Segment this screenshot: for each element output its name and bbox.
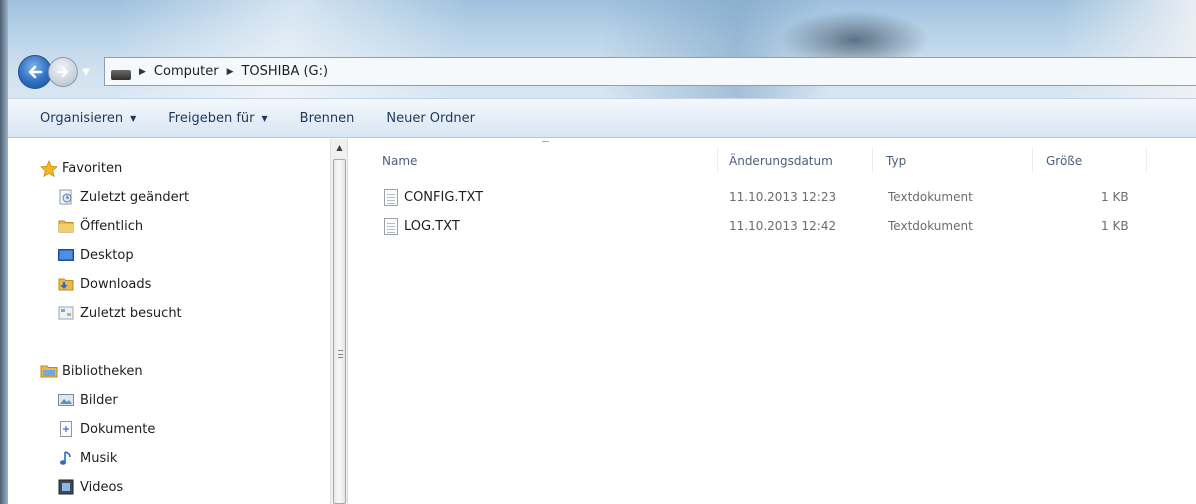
- column-header-size[interactable]: Größe: [1046, 149, 1082, 173]
- scrollbar-thumb[interactable]: [333, 159, 346, 504]
- downloads-folder-icon: [58, 276, 74, 292]
- nav-item-pictures[interactable]: Bilder: [58, 389, 118, 411]
- chevron-down-icon: ▼: [130, 113, 137, 123]
- nav-item-documents[interactable]: Dokumente: [58, 418, 155, 440]
- file-modified-cell: 11.10.2013 12:42: [729, 219, 837, 233]
- nav-item-public[interactable]: Öffentlich: [58, 215, 143, 237]
- recent-changes-icon: [58, 189, 74, 205]
- recent-places-icon: [58, 305, 74, 321]
- file-list: Name Änderungsdatum Typ Größe CONFIG.TXT…: [349, 139, 1196, 504]
- file-name: LOG.TXT: [404, 218, 460, 234]
- libraries-icon: [40, 363, 58, 379]
- navigation-pane-scrollbar[interactable]: ▲: [330, 139, 348, 504]
- nav-label: Downloads: [80, 276, 152, 292]
- organize-menu-button[interactable]: Organisieren ▼: [8, 99, 152, 137]
- file-type-cell: Textdokument: [888, 190, 973, 204]
- sort-indicator-icon: [542, 141, 549, 145]
- nav-item-downloads[interactable]: Downloads: [58, 273, 151, 295]
- column-header-label: Name: [382, 154, 418, 168]
- videos-icon: [58, 479, 74, 495]
- pictures-icon: [58, 392, 74, 408]
- nav-label: Favoriten: [62, 160, 123, 176]
- grip-icon: [338, 350, 343, 358]
- back-button[interactable]: [18, 55, 52, 89]
- nav-label: Zuletzt geändert: [80, 189, 190, 205]
- navigation-pane: Favoriten Zuletzt geändert Öffentlich De…: [8, 139, 330, 504]
- explorer-window: ▼ ▶ Computer ▶ TOSHIBA (G:) Organisieren…: [0, 0, 1196, 504]
- column-header-label: Größe: [1046, 154, 1083, 168]
- arrow-left-icon: [28, 65, 43, 79]
- breadcrumb-separator-icon[interactable]: ▶: [139, 67, 146, 77]
- burn-button[interactable]: Brennen: [284, 99, 371, 137]
- text-document-icon: [384, 217, 398, 235]
- column-header-modified[interactable]: Änderungsdatum: [729, 149, 833, 173]
- drive-icon: [111, 69, 131, 80]
- file-size-cell: 1 KB: [1101, 190, 1129, 204]
- desktop-icon: [58, 247, 74, 263]
- share-menu-button[interactable]: Freigeben für ▼: [152, 99, 283, 137]
- file-row[interactable]: LOG.TXT 11.10.2013 12:42 Textdokument 1 …: [349, 213, 1196, 239]
- navigation-buttons: ▼: [18, 54, 92, 90]
- address-bar[interactable]: ▶ Computer ▶ TOSHIBA (G:): [104, 57, 1196, 86]
- nav-item-music[interactable]: Musik: [58, 447, 117, 469]
- window-left-edge: [0, 0, 8, 504]
- nav-label: Zuletzt besucht: [80, 305, 182, 321]
- new-folder-label: Neuer Ordner: [386, 110, 475, 126]
- scroll-up-icon[interactable]: ▲: [331, 139, 348, 156]
- arrow-right-icon: [56, 66, 69, 78]
- file-type-cell: Textdokument: [888, 219, 973, 233]
- file-name-cell: CONFIG.TXT: [384, 184, 483, 210]
- nav-libraries-header[interactable]: Bibliotheken: [40, 360, 143, 382]
- text-document-icon: [384, 188, 398, 206]
- command-bar: Organisieren ▼ Freigeben für ▼ Brennen N…: [8, 98, 1196, 138]
- file-name: CONFIG.TXT: [404, 189, 484, 205]
- nav-label: Desktop: [80, 247, 134, 263]
- breadcrumb-separator-icon[interactable]: ▶: [227, 67, 234, 77]
- chevron-down-icon: ▼: [82, 66, 90, 78]
- file-size-cell: 1 KB: [1101, 219, 1129, 233]
- nav-label: Videos: [80, 479, 124, 495]
- folder-icon: [58, 218, 74, 234]
- music-icon: [58, 450, 74, 466]
- nav-item-recent-changes[interactable]: Zuletzt geändert: [58, 186, 189, 208]
- nav-item-videos[interactable]: Videos: [58, 476, 123, 498]
- nav-favorites-header[interactable]: Favoriten: [40, 157, 122, 179]
- new-folder-button[interactable]: Neuer Ordner: [370, 99, 491, 137]
- nav-label: Musik: [80, 450, 118, 466]
- file-modified-cell: 11.10.2013 12:23: [729, 190, 837, 204]
- chevron-down-icon: ▼: [261, 113, 268, 123]
- organize-label: Organisieren: [40, 110, 124, 126]
- star-icon: [40, 159, 58, 178]
- share-label: Freigeben für: [168, 110, 255, 126]
- column-header-label: Typ: [886, 154, 907, 168]
- nav-label: Öffentlich: [80, 218, 144, 234]
- documents-icon: [58, 421, 74, 437]
- column-header-name[interactable]: Name: [382, 149, 417, 173]
- nav-item-desktop[interactable]: Desktop: [58, 244, 134, 266]
- nav-label: Bilder: [80, 392, 118, 408]
- burn-label: Brennen: [299, 110, 355, 126]
- file-name-cell: LOG.TXT: [384, 213, 460, 239]
- column-header-label: Änderungsdatum: [729, 154, 833, 168]
- nav-label: Dokumente: [80, 421, 156, 437]
- breadcrumb-computer[interactable]: Computer: [154, 64, 219, 79]
- column-header-type[interactable]: Typ: [886, 149, 906, 173]
- nav-label: Bibliotheken: [62, 363, 143, 379]
- nav-item-recent-places[interactable]: Zuletzt besucht: [58, 302, 182, 324]
- recent-pages-button[interactable]: ▼: [80, 57, 92, 87]
- breadcrumb-drive[interactable]: TOSHIBA (G:): [241, 64, 328, 79]
- forward-button[interactable]: [48, 57, 78, 87]
- file-row[interactable]: CONFIG.TXT 11.10.2013 12:23 Textdokument…: [349, 184, 1196, 210]
